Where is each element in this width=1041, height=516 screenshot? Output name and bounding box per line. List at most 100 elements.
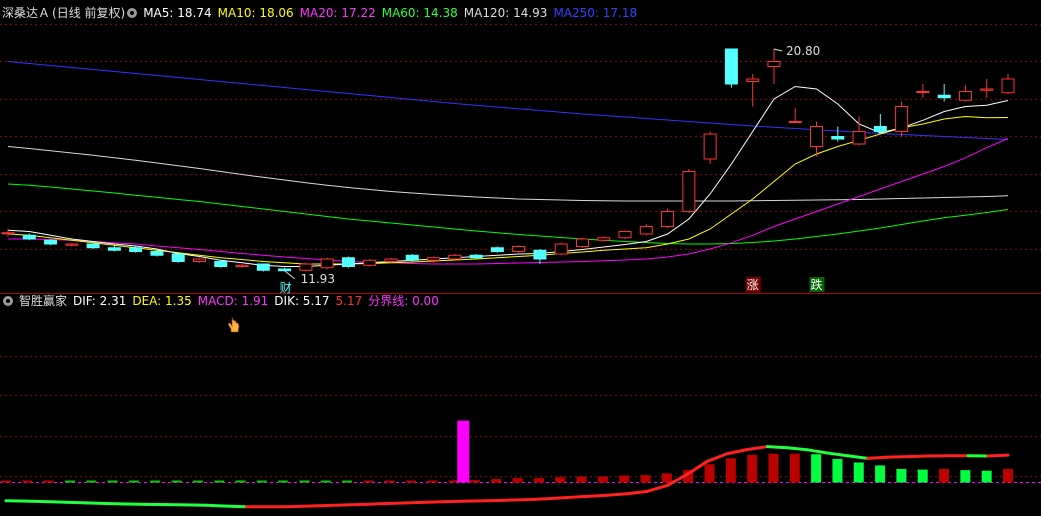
candle-body-23	[490, 247, 504, 252]
dea-segment-33	[645, 483, 669, 493]
candle-body-44	[937, 94, 951, 99]
dea-segment-38	[745, 445, 770, 452]
dea-segment-20	[385, 501, 409, 505]
dea-segment-32	[625, 489, 649, 496]
candle-body-10	[214, 261, 228, 267]
candle-body-34	[724, 48, 738, 85]
candle-body-22	[469, 254, 483, 259]
macd-bar-46	[981, 470, 992, 483]
candle-body-13	[278, 268, 292, 272]
dea-segment-17	[325, 503, 349, 508]
candle-body-24	[512, 246, 526, 252]
macd-bar-1	[22, 480, 33, 483]
candle-body-43	[916, 91, 930, 93]
high-price-label: 20.80	[786, 44, 820, 58]
low-price-label: 11.93	[301, 272, 335, 286]
candle-body-41	[873, 126, 887, 132]
macd-bar-22	[470, 480, 481, 483]
dea-segment-27	[525, 497, 549, 502]
macd-bar-38	[811, 454, 822, 483]
macd-bar-17	[363, 480, 374, 483]
dea-segment-46	[906, 454, 930, 459]
macd-bar-6	[128, 480, 139, 483]
candle-body-26	[554, 243, 568, 255]
macd-bar-14	[299, 480, 310, 483]
candle-body-38	[810, 126, 824, 147]
dea-segment-43	[846, 454, 870, 460]
macd-bar-2	[43, 480, 54, 483]
dea-segment-5	[84, 501, 108, 505]
dea-segment-25	[485, 498, 509, 503]
macd-bar-35	[747, 454, 758, 483]
candle-body-9	[192, 258, 206, 262]
candles	[1, 48, 1015, 280]
dea-segment-11	[204, 503, 228, 508]
candle-body-40	[852, 131, 866, 145]
macd-bar-33	[704, 464, 715, 483]
macd-bar-30	[640, 475, 651, 483]
macd-bar-47	[1003, 468, 1013, 483]
macd-bar-23	[491, 478, 502, 483]
macd-bar-18	[384, 480, 395, 483]
macd-bar-19	[406, 480, 417, 483]
cai-marker[interactable]: 财	[280, 281, 292, 295]
dea-segment-18	[345, 502, 369, 507]
candle-body-28	[597, 237, 611, 241]
candle-body-27	[575, 238, 589, 247]
macd-bar-40	[853, 462, 864, 483]
candle-body-19	[405, 254, 419, 261]
candle-body-25	[533, 249, 547, 260]
dea-segment-21	[405, 500, 429, 505]
high-pointer	[773, 48, 783, 52]
candle-body-47	[1001, 78, 1015, 94]
dea-segment-3	[44, 500, 68, 504]
candle-body-0	[1, 232, 15, 235]
dea-segment-44	[866, 455, 890, 460]
die-marker[interactable]: 跌	[811, 277, 823, 292]
candle-body-5	[107, 247, 121, 251]
dea-segment-36	[705, 452, 729, 463]
macd-bar-21	[448, 480, 459, 483]
signal-spike-bar	[457, 420, 470, 483]
macd-bar-25	[533, 478, 544, 483]
macd-bar-20	[427, 480, 438, 483]
macd-bar-3	[64, 480, 75, 483]
macd-bar-24	[512, 478, 523, 483]
annotations: 20.80 11.93 财 涨 跌	[280, 44, 825, 295]
stock-chart[interactable]: 20.80 11.93 财 涨 跌	[0, 0, 1041, 516]
macd-bar-34	[725, 458, 736, 483]
macd-bar-39	[832, 458, 843, 483]
candle-body-37	[788, 121, 802, 123]
zhang-marker[interactable]: 涨	[747, 277, 759, 292]
macd-bar-4	[86, 480, 97, 483]
dea-segment-35	[685, 459, 709, 476]
macd-bar-27	[576, 476, 587, 483]
macd-bar-0	[1, 480, 11, 483]
macd-bar-13	[278, 480, 289, 483]
dea-segment-12	[224, 504, 248, 509]
dea-segment-28	[545, 496, 569, 501]
candle-body-29	[618, 231, 632, 239]
dea-segment-26	[505, 498, 529, 502]
candle-body-46	[980, 88, 994, 91]
ma20-line	[8, 138, 1009, 265]
dea-segment-4	[64, 500, 88, 505]
ma-lines	[7, 61, 1009, 267]
macd-bar-31	[661, 473, 672, 483]
macd-bar-42	[896, 468, 907, 483]
dea-segment-39	[766, 445, 790, 450]
macd-bar-10	[214, 480, 225, 483]
dea-segment-41	[806, 448, 830, 455]
dea-segment-19	[365, 501, 389, 506]
macd-bar-26	[555, 477, 566, 483]
mouse-cursor-icon	[227, 316, 240, 333]
dea-segment-45	[886, 455, 910, 459]
candle-body-16	[341, 257, 355, 267]
macd-bar-45	[960, 470, 971, 483]
candle-body-18	[384, 258, 398, 262]
dea-segment-40	[786, 446, 810, 452]
dea-segment-50	[986, 453, 1010, 458]
dea-segment-16	[305, 504, 329, 508]
dea-segment-22	[425, 500, 449, 504]
candle-body-35	[746, 78, 760, 82]
